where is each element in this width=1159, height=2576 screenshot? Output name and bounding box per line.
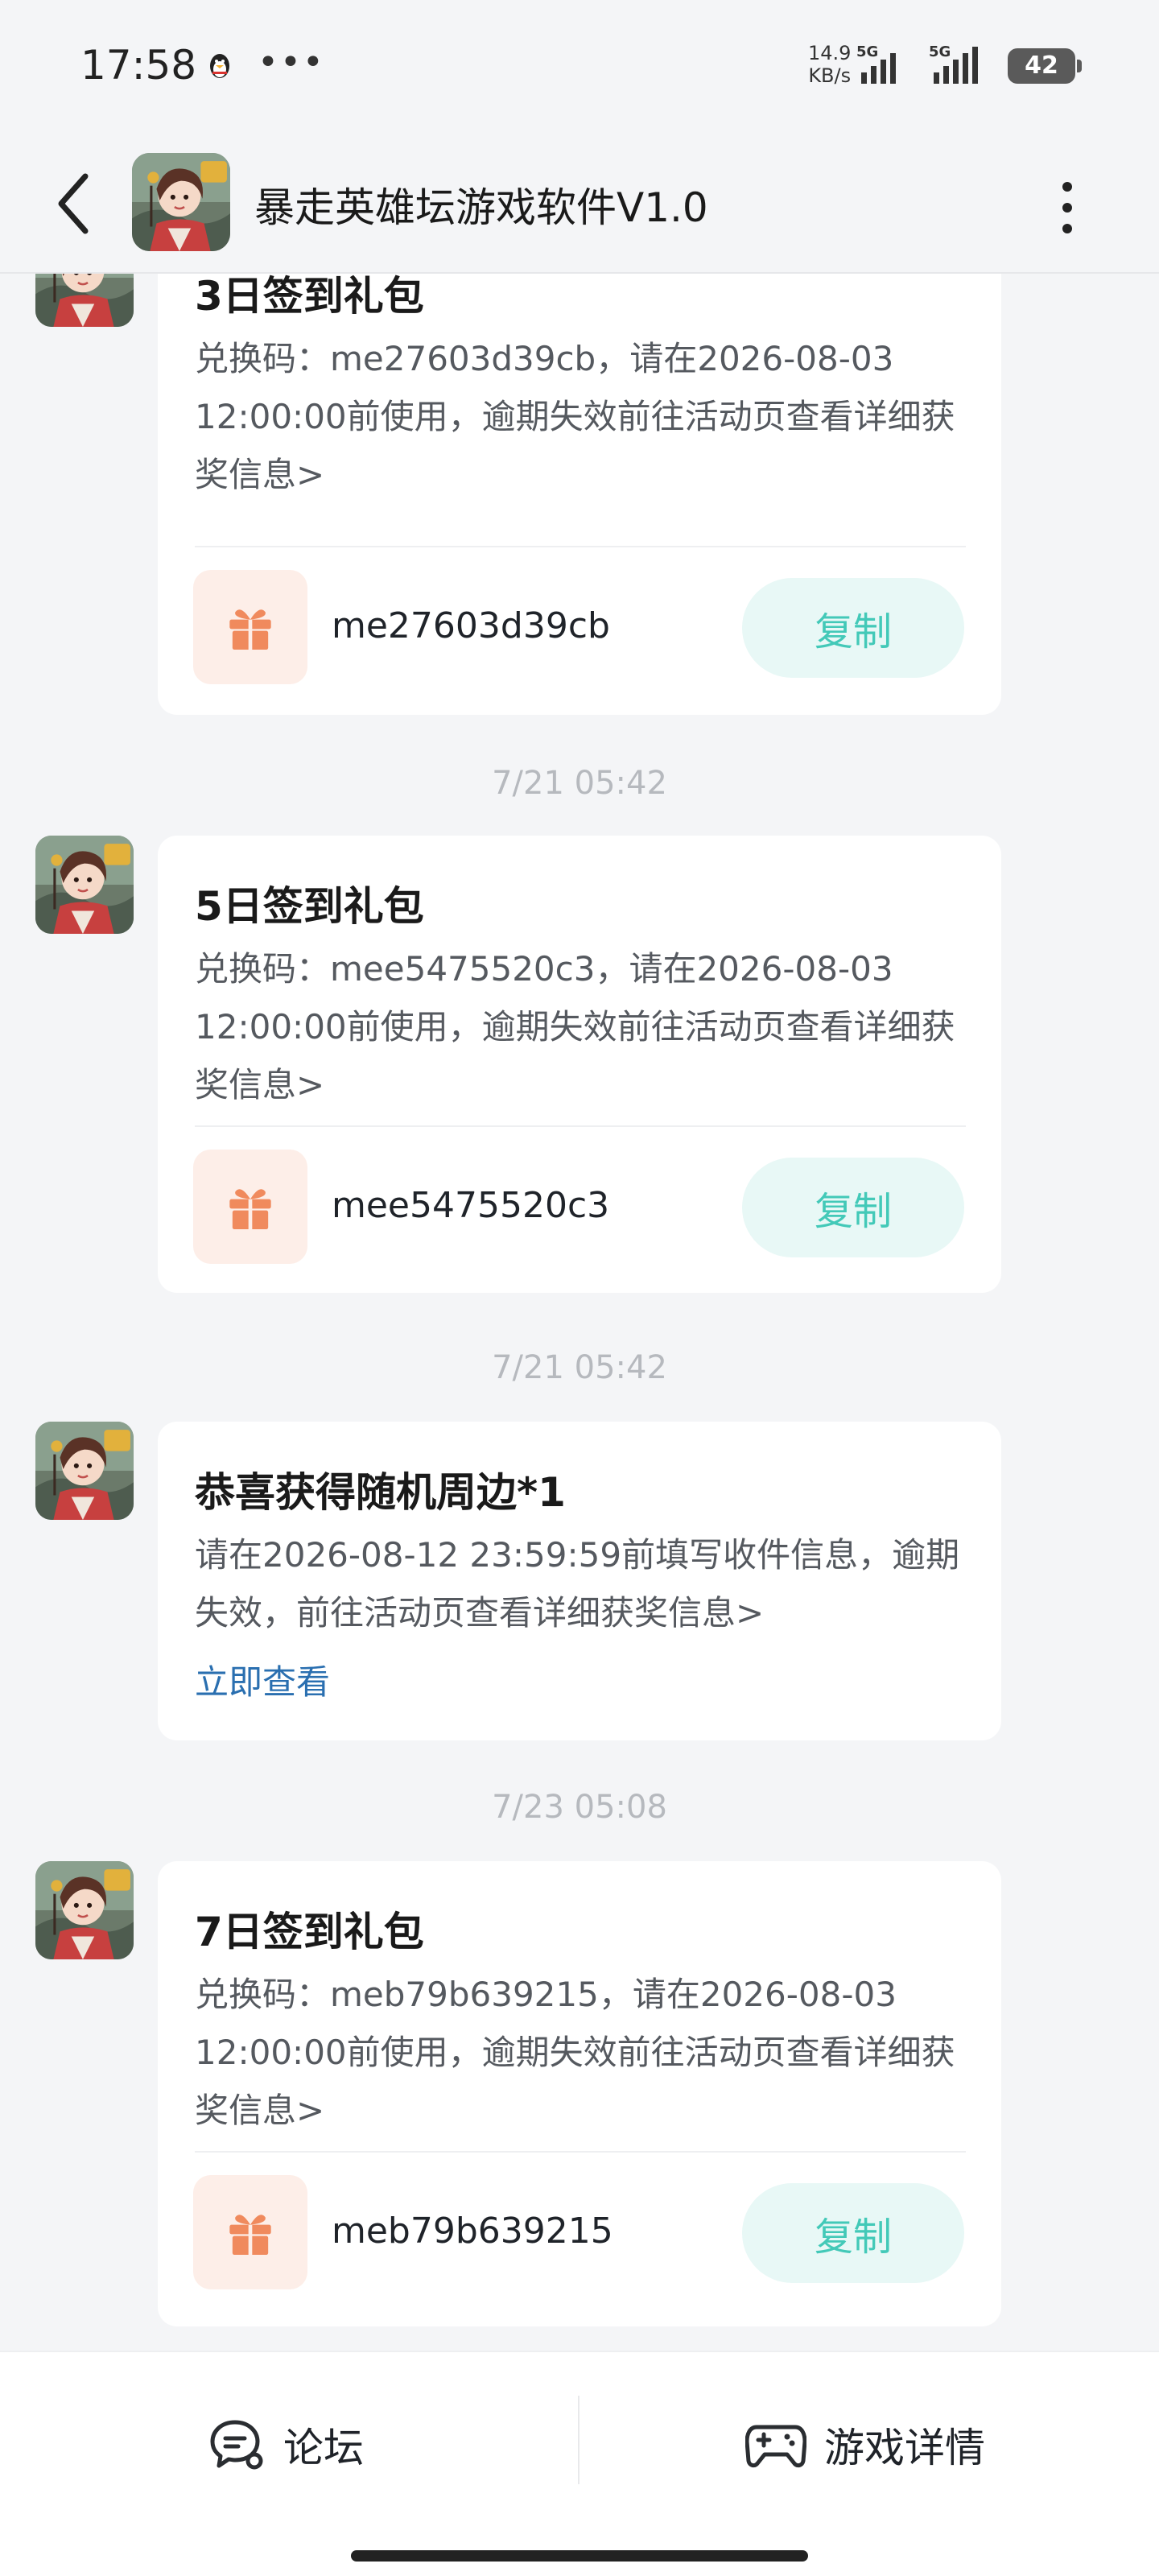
- message-title: 5日签到礼包: [195, 883, 424, 930]
- redeem-code: mee5475520c3: [332, 1185, 610, 1226]
- page-title: 暴走英雄坛游戏软件V1.0: [254, 184, 708, 231]
- tab-divider: [578, 2396, 580, 2484]
- message-title: 7日签到礼包: [195, 1909, 424, 1955]
- battery-indicator: 42: [1008, 48, 1082, 84]
- more-options-button[interactable]: [1043, 175, 1091, 240]
- signal-5g-icon: 5G: [929, 43, 978, 84]
- sender-avatar[interactable]: [35, 274, 134, 327]
- sender-avatar[interactable]: [35, 1422, 134, 1520]
- copy-button[interactable]: 复制: [742, 2183, 964, 2283]
- chat-header: 暴走英雄坛游戏软件V1.0: [0, 135, 1159, 274]
- gift-icon: [222, 2204, 278, 2260]
- message-body[interactable]: 兑换码：me27603d39cb，请在2026-08-03 12:00:00前使…: [195, 330, 975, 504]
- message-list[interactable]: 3日签到礼包 兑换码：me27603d39cb，请在2026-08-03 12:…: [0, 274, 1159, 2351]
- svg-text:5G: 5G: [856, 43, 878, 60]
- gift-icon-box: [193, 1150, 307, 1264]
- gift-icon: [222, 1179, 278, 1235]
- message-card[interactable]: 恭喜获得随机周边*1 请在2026-08-12 23:59:59前填写收件信息，…: [158, 1422, 1001, 1740]
- message-timestamp: 7/21 05:42: [492, 765, 667, 802]
- chat-bubble-icon: [210, 2420, 263, 2470]
- sender-avatar[interactable]: [35, 1861, 134, 1959]
- message-timestamp: 7/21 05:42: [492, 1349, 667, 1386]
- back-button[interactable]: [45, 167, 101, 240]
- game-logo-icon: [35, 274, 134, 327]
- card-divider: [195, 2151, 966, 2153]
- chevron-left-icon: [58, 173, 89, 234]
- copy-button[interactable]: 复制: [742, 1158, 964, 1257]
- message-title: 3日签到礼包: [195, 274, 424, 320]
- status-time: 17:58: [80, 42, 197, 89]
- view-now-link[interactable]: 立即查看: [195, 1655, 330, 1704]
- message-body[interactable]: 兑换码：mee5475520c3，请在2026-08-03 12:00:00前使…: [195, 940, 975, 1114]
- message-card[interactable]: 7日签到礼包 兑换码：meb79b639215，请在2026-08-03 12:…: [158, 1861, 1001, 2326]
- more-notifications-icon: •••: [258, 42, 325, 83]
- svg-text:5G: 5G: [929, 43, 951, 60]
- home-indicator[interactable]: [351, 2550, 808, 2562]
- gamepad-icon: [745, 2425, 806, 2468]
- game-avatar[interactable]: [132, 153, 230, 251]
- message-title: 恭喜获得随机周边*1: [195, 1469, 566, 1516]
- redeem-code: meb79b639215: [332, 2211, 613, 2252]
- network-speed: 14.9 KB/s: [808, 42, 852, 87]
- dot-icon: [1062, 224, 1072, 233]
- status-bar: 17:58 ••• 14.9 KB/s 5G 5G 42: [0, 0, 1159, 135]
- copy-button[interactable]: 复制: [742, 578, 964, 678]
- message-card[interactable]: 3日签到礼包 兑换码：me27603d39cb，请在2026-08-03 12:…: [158, 274, 1001, 715]
- redeem-code: me27603d39cb: [332, 605, 610, 646]
- game-logo-icon: [35, 1861, 134, 1959]
- bottom-tab-bar: 论坛 游戏详情: [0, 2351, 1159, 2576]
- gift-icon-box: [193, 2175, 307, 2289]
- message-timestamp: 7/23 05:08: [492, 1789, 667, 1826]
- dot-icon: [1062, 182, 1072, 192]
- game-details-tab-label: 游戏详情: [824, 2425, 985, 2471]
- gift-icon: [222, 599, 278, 655]
- message-card[interactable]: 5日签到礼包 兑换码：mee5475520c3，请在2026-08-03 12:…: [158, 836, 1001, 1293]
- message-body[interactable]: 请在2026-08-12 23:59:59前填写收件信息，逾期失效，前往活动页查…: [195, 1526, 975, 1642]
- game-logo-icon: [35, 836, 134, 934]
- qq-penguin-icon: [210, 54, 229, 78]
- sender-avatar[interactable]: [35, 836, 134, 934]
- forum-tab-label: 论坛: [283, 2425, 364, 2471]
- card-divider: [195, 1125, 966, 1127]
- card-divider: [195, 546, 966, 547]
- game-logo-icon: [35, 1422, 134, 1520]
- dot-icon: [1062, 203, 1072, 213]
- game-logo-icon: [132, 153, 230, 251]
- signal-5g-icon: 5G: [856, 43, 896, 84]
- gift-icon-box: [193, 570, 307, 684]
- message-body[interactable]: 兑换码：meb79b639215，请在2026-08-03 12:00:00前使…: [195, 1966, 975, 2140]
- game-details-tab[interactable]: 游戏详情: [745, 2392, 985, 2497]
- forum-tab[interactable]: 论坛: [208, 2392, 364, 2497]
